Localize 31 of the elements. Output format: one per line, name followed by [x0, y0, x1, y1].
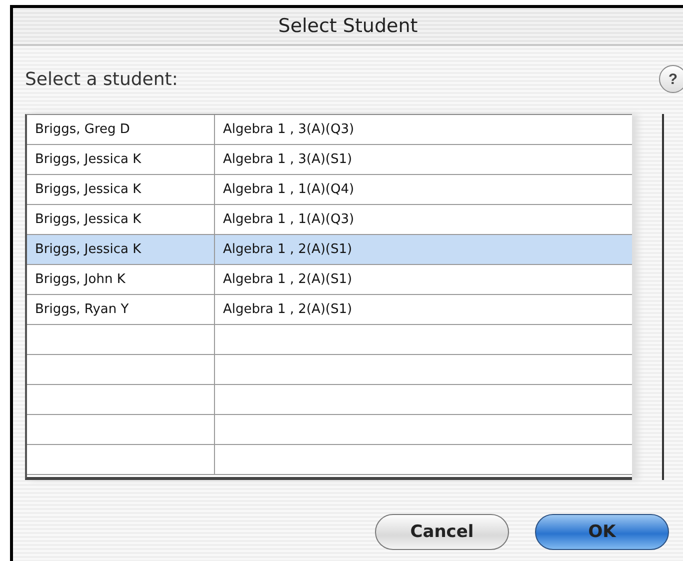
table-cell: Briggs, Jessica K: [27, 145, 215, 174]
list-row[interactable]: [27, 415, 632, 445]
ok-button[interactable]: OK: [535, 514, 669, 550]
table-cell-text: Algebra 1 , 3(A)(Q3): [222, 121, 356, 139]
table-cell: Briggs, Jessica K: [27, 205, 215, 234]
table-cell-text: Algebra 1 , 3(A)(S1): [222, 151, 354, 169]
list-row[interactable]: [27, 445, 632, 475]
prompt-label: Select a student:: [25, 68, 178, 90]
cancel-button[interactable]: Cancel: [375, 514, 509, 550]
table-cell-text: Algebra 1 , 2(A)(S1): [222, 271, 354, 289]
list-row[interactable]: Briggs, Jessica K Algebra 1 , 3(A)(S1): [27, 145, 632, 175]
table-cell-text: Algebra 1 , 1(A)(Q4): [222, 181, 356, 199]
list-row[interactable]: Briggs, Jessica K Algebra 1 , 2(A)(S1): [27, 235, 632, 265]
table-cell: Briggs, Greg D: [27, 115, 215, 144]
help-button[interactable]: ?: [659, 65, 683, 93]
list-row[interactable]: [27, 355, 632, 385]
table-cell-text: Algebra 1 , 2(A)(S1): [222, 241, 354, 259]
list-row[interactable]: Briggs, Ryan Y Algebra 1 , 2(A)(S1): [27, 295, 632, 325]
window-title: Select Student: [278, 15, 418, 37]
list-row[interactable]: Briggs, Jessica K Algebra 1 , 1(A)(Q4): [27, 175, 632, 205]
table-cell: Briggs, John K: [27, 265, 215, 294]
scroll-bar[interactable]: [662, 114, 664, 480]
list-row[interactable]: [27, 325, 632, 355]
list-row[interactable]: [27, 385, 632, 415]
list-row[interactable]: Briggs, John K Algebra 1 , 2(A)(S1): [27, 265, 632, 295]
table-cell-text: Algebra 1 , 1(A)(Q3): [222, 211, 356, 229]
table-cell: Briggs, Ryan Y: [27, 295, 215, 324]
table-cell: Briggs, Jessica K: [27, 175, 215, 204]
table-cell: Briggs, Jessica K: [27, 235, 215, 264]
list-row[interactable]: Briggs, Greg D Algebra 1 , 3(A)(Q3): [27, 115, 632, 145]
table-cell-text: Algebra 1 , 2(A)(S1): [222, 301, 354, 319]
